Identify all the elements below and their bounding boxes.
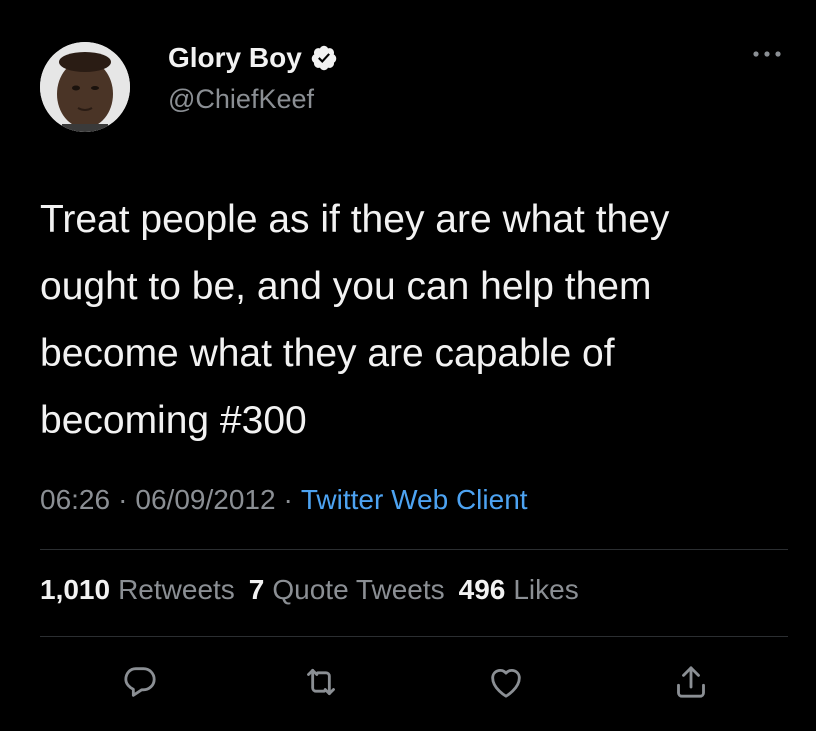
like-button[interactable] — [486, 660, 526, 704]
share-icon — [677, 666, 705, 698]
tweet-stats: 1,010 Retweets 7 Quote Tweets 496 Likes — [40, 574, 593, 606]
retweet-icon — [307, 668, 335, 696]
reply-icon — [124, 667, 156, 697]
retweet-button[interactable] — [301, 660, 341, 704]
tweet-time[interactable]: 06:26 — [40, 484, 110, 516]
divider — [40, 549, 788, 550]
tweet-text: Treat people as if they are what they ou… — [40, 198, 670, 442]
more-options-icon[interactable] — [750, 44, 784, 64]
retweets-count: 1,010 — [40, 574, 111, 605]
retweets-label: Retweets — [118, 574, 235, 605]
author-name[interactable]: Glory Boy — [168, 42, 302, 74]
avatar-photo — [40, 42, 130, 132]
tweet-client-link[interactable]: Twitter Web Client — [301, 484, 528, 516]
likes-stat[interactable]: 496 Likes — [459, 574, 579, 606]
meta-separator: · — [283, 484, 293, 515]
quote-tweets-label: Quote Tweets — [272, 574, 445, 605]
quote-tweets-count: 7 — [248, 574, 265, 605]
meta-separator: · — [118, 484, 128, 515]
quote-tweets-stat[interactable]: 7 Quote Tweets — [249, 574, 445, 606]
share-button[interactable] — [671, 660, 711, 704]
avatar[interactable] — [40, 42, 130, 132]
author-handle[interactable]: @ChiefKeef — [168, 84, 314, 115]
likes-count: 496 — [458, 574, 506, 605]
tweet-actions — [0, 660, 816, 710]
tweet-date[interactable]: 06/09/2012 — [135, 484, 275, 516]
author-name-row: Glory Boy — [168, 42, 338, 74]
reply-button[interactable] — [120, 660, 160, 704]
verified-badge-icon — [310, 44, 338, 72]
like-icon — [491, 668, 521, 698]
likes-label: Likes — [513, 574, 579, 605]
tweet-meta: 06:26 · 06/09/2012 · Twitter Web Client — [40, 484, 528, 516]
retweets-stat[interactable]: 1,010 Retweets — [40, 574, 235, 606]
divider — [40, 636, 788, 637]
